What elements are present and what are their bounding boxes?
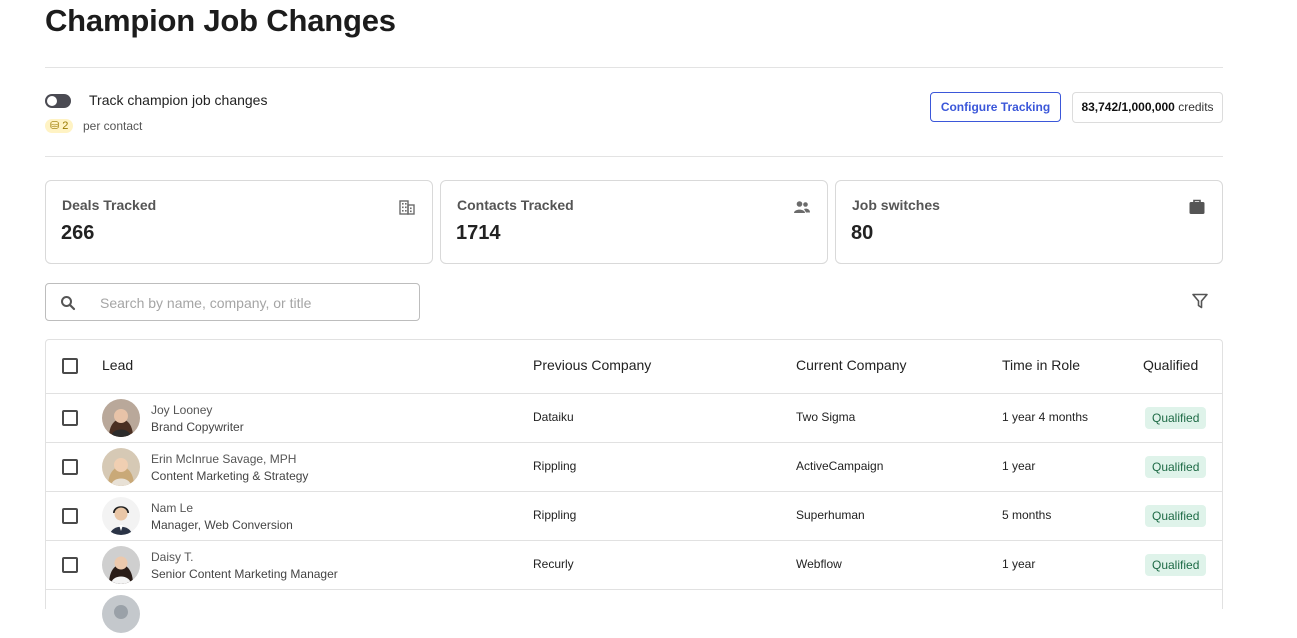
previous-company: Dataiku <box>533 410 574 424</box>
avatar <box>102 546 140 584</box>
current-company: Webflow <box>796 557 842 571</box>
stat-value: 266 <box>61 222 95 244</box>
avatar <box>102 595 140 633</box>
credit-cost-badge: ⛁ 2 <box>45 119 74 133</box>
table-row[interactable]: Joy Looney Brand Copywriter Dataiku Two … <box>46 393 1222 442</box>
lead-name[interactable]: Nam Le <box>151 501 193 515</box>
search-input[interactable] <box>98 292 402 314</box>
row-checkbox[interactable] <box>62 410 78 426</box>
credit-cost-unit: per contact <box>83 119 143 133</box>
search-box[interactable] <box>45 283 420 321</box>
row-checkbox[interactable] <box>62 508 78 524</box>
stat-card-deals: Deals Tracked 266 <box>45 180 433 264</box>
lead-title: Brand Copywriter <box>151 420 244 434</box>
toggle-knob <box>47 96 57 106</box>
select-all-checkbox[interactable] <box>62 358 78 374</box>
lead-name[interactable]: Erin McInrue Savage, MPH <box>151 452 296 466</box>
stat-value: 1714 <box>456 222 501 244</box>
previous-company: Rippling <box>533 508 577 522</box>
previous-company: Rippling <box>533 459 577 473</box>
column-header-qualified[interactable]: Qualified <box>1143 357 1198 373</box>
leads-table: Lead Previous Company Current Company Ti… <box>45 339 1223 633</box>
search-icon <box>61 296 76 311</box>
tracking-toggle-label: Track champion job changes <box>89 92 268 108</box>
time-in-role: 1 year <box>1002 459 1036 473</box>
time-in-role: 5 months <box>1002 508 1052 522</box>
people-icon <box>794 201 810 213</box>
stat-label: Contacts Tracked <box>457 197 574 213</box>
current-company: Two Sigma <box>796 410 856 424</box>
filter-icon[interactable] <box>1191 292 1209 310</box>
lead-title: Manager, Web Conversion <box>151 518 293 532</box>
credits-suffix: credits <box>1178 100 1214 114</box>
current-company: ActiveCampaign <box>796 459 884 473</box>
table-row[interactable]: Nam Le Manager, Web Conversion Rippling … <box>46 491 1222 540</box>
qualified-badge: Qualified <box>1145 407 1207 429</box>
column-header-lead[interactable]: Lead <box>102 357 133 373</box>
stat-label: Job switches <box>852 197 940 213</box>
table-row[interactable]: Daisy T. Senior Content Marketing Manage… <box>46 540 1222 589</box>
avatar <box>102 448 140 486</box>
avatar <box>102 497 140 535</box>
qualified-badge: Qualified <box>1145 554 1207 576</box>
section-divider <box>45 156 1223 157</box>
credits-counter: 83,742/1,000,000 credits <box>1072 92 1223 123</box>
lead-name[interactable]: Joy Looney <box>151 403 212 417</box>
row-checkbox[interactable] <box>62 459 78 475</box>
tracking-toggle[interactable] <box>45 94 71 108</box>
time-in-role: 1 year <box>1002 557 1036 571</box>
coins-icon: ⛁ <box>50 120 60 132</box>
credits-used: 83,742/1,000,000 <box>1081 100 1175 114</box>
stat-card-job-switches: Job switches 80 <box>835 180 1223 264</box>
credit-cost-value: 2 <box>62 120 69 132</box>
column-header-current-company[interactable]: Current Company <box>796 357 907 373</box>
lead-title: Content Marketing & Strategy <box>151 469 309 483</box>
building-icon <box>399 200 415 215</box>
stat-card-contacts: Contacts Tracked 1714 <box>440 180 828 264</box>
current-company: Superhuman <box>796 508 865 522</box>
briefcase-icon <box>1189 199 1205 214</box>
table-row[interactable] <box>46 589 1222 638</box>
column-header-time-in-role[interactable]: Time in Role <box>1002 357 1080 373</box>
stat-value: 80 <box>851 222 874 244</box>
qualified-badge: Qualified <box>1145 456 1207 478</box>
qualified-badge: Qualified <box>1145 505 1207 527</box>
column-header-previous-company[interactable]: Previous Company <box>533 357 651 373</box>
lead-name[interactable]: Daisy T. <box>151 550 193 564</box>
configure-tracking-button[interactable]: Configure Tracking <box>930 92 1061 122</box>
previous-company: Recurly <box>533 557 574 571</box>
avatar <box>102 399 140 437</box>
lead-title: Senior Content Marketing Manager <box>151 567 338 581</box>
time-in-role: 1 year 4 months <box>1002 410 1089 424</box>
stat-label: Deals Tracked <box>62 197 157 213</box>
header-divider <box>45 67 1223 68</box>
table-row[interactable]: Erin McInrue Savage, MPH Content Marketi… <box>46 442 1222 491</box>
row-checkbox[interactable] <box>62 557 78 573</box>
page-title: Champion Job Changes <box>45 3 396 38</box>
